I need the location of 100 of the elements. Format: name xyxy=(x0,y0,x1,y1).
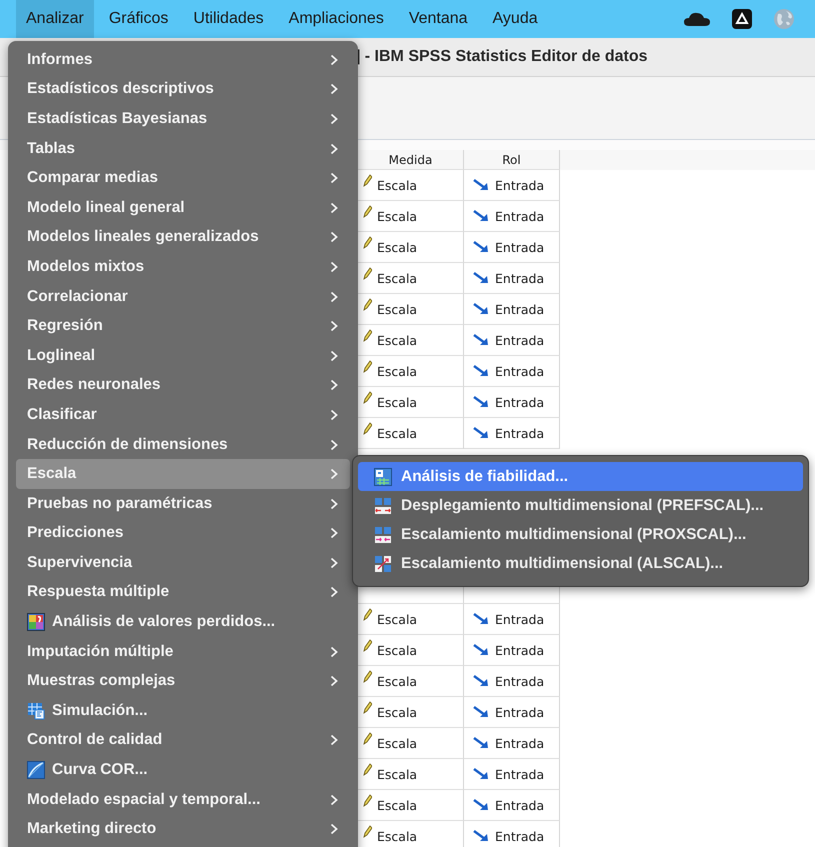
menu-bar-item[interactable]: Ventana xyxy=(398,0,478,38)
arrow-icon xyxy=(472,767,490,781)
globe-icon xyxy=(773,8,795,30)
pencil-icon xyxy=(362,329,372,343)
pencil-icon xyxy=(362,422,372,436)
chevron-icon xyxy=(330,527,338,540)
cell-text: Escala xyxy=(377,828,418,844)
pencil-icon xyxy=(362,174,372,188)
chevron-icon xyxy=(330,498,338,510)
cell-text: Escala xyxy=(377,364,418,378)
chevron-icon xyxy=(330,556,338,569)
arrow-icon xyxy=(472,612,490,626)
arrow-icon xyxy=(472,364,490,378)
menu-item[interactable]: Tablas xyxy=(16,134,350,164)
chevron-icon xyxy=(330,468,338,480)
chevron-icon xyxy=(330,260,338,273)
cell-text: Entrada xyxy=(495,736,544,750)
menu-item[interactable]: Modelo lineal general xyxy=(16,192,350,223)
menu-item[interactable]: Supervivencia xyxy=(16,548,350,578)
pencil-icon xyxy=(362,763,372,777)
menu-item[interactable]: Modelos mixtos xyxy=(16,252,350,282)
menu-bar-item[interactable]: Analizar xyxy=(16,0,94,38)
pencil-icon xyxy=(362,608,372,622)
menu-bar-item[interactable]: Utilidades xyxy=(183,0,274,38)
arrow-icon xyxy=(472,426,490,440)
menu-item[interactable]: Reducción de dimensiones xyxy=(16,430,350,460)
menu-item[interactable]: Estadísticos descriptivos xyxy=(16,74,350,104)
column-header: Rol xyxy=(464,150,560,170)
pencil-icon xyxy=(362,236,372,250)
menu-item[interactable]: Simulación... xyxy=(16,696,350,726)
cell-text: Escala xyxy=(377,302,418,316)
cell-text: Entrada xyxy=(495,642,544,658)
arrow-icon xyxy=(472,736,490,750)
cell-text: Escala xyxy=(377,674,418,688)
menu-item[interactable]: Informes xyxy=(16,45,350,75)
menu-item[interactable]: Imputación múltiple xyxy=(16,636,350,666)
arrow-icon xyxy=(472,705,490,719)
pencil-icon xyxy=(362,205,372,219)
cell-text: Escala xyxy=(377,798,418,812)
cell-text: Entrada xyxy=(495,302,544,316)
menu-item[interactable]: Escalamiento multidimensional (PROXSCAL)... xyxy=(358,520,803,549)
chevron-icon xyxy=(330,734,338,746)
menu-item[interactable]: Escala xyxy=(16,459,350,489)
cell-text: Entrada xyxy=(495,426,544,440)
arrow-icon xyxy=(472,240,490,254)
cell-text: Entrada xyxy=(495,704,544,720)
cell-text: Escala xyxy=(377,612,418,626)
menu-item[interactable]: Comparar medias xyxy=(16,163,350,193)
triangle-square-icon xyxy=(731,8,753,30)
pencil-icon xyxy=(362,670,372,684)
menu-bar-item[interactable]: Gráficos xyxy=(98,0,178,38)
app-icon xyxy=(27,613,45,632)
menu-item[interactable]: Desplegamiento multidimensional (PREFSCAL)... xyxy=(358,491,803,520)
menu-item[interactable]: Muestras complejas xyxy=(16,666,350,696)
menu-bar-item[interactable]: Ayuda xyxy=(482,0,548,38)
arrow-icon xyxy=(472,209,490,223)
menu-item[interactable]: Control de calidad xyxy=(16,726,350,756)
cell-text: Escala xyxy=(377,766,418,782)
menu-bar-item[interactable]: Ampliaciones xyxy=(278,0,394,38)
chevron-icon xyxy=(330,320,338,332)
menu-item[interactable]: Regresión xyxy=(16,311,350,341)
menu-item[interactable]: Correlacionar xyxy=(16,282,350,312)
menu-item[interactable]: Análisis de fiabilidad... xyxy=(358,462,803,491)
chevron-icon xyxy=(330,438,338,451)
menu-item[interactable]: Respuesta múltiple xyxy=(16,578,350,608)
menu-item[interactable]: Estadísticas Bayesianas xyxy=(16,104,350,134)
arrow-icon xyxy=(472,395,490,409)
chevron-icon xyxy=(330,112,338,125)
chevron-icon xyxy=(330,408,338,421)
arrow-icon xyxy=(472,271,490,285)
chevron-icon xyxy=(330,675,338,688)
arrow-icon xyxy=(472,333,490,347)
menu-item[interactable]: Clasificar xyxy=(16,400,350,430)
menu-item[interactable]: Modelado espacial y temporal... xyxy=(16,784,350,814)
cell-text: Entrada xyxy=(495,394,544,410)
menu-item[interactable]: Escalamiento multidimensional (ALSCAL)... xyxy=(358,549,803,578)
cell-text: Escala xyxy=(377,270,418,286)
pencil-icon xyxy=(362,701,372,715)
menu-item[interactable]: Curva COR... xyxy=(16,755,350,785)
arrow-icon xyxy=(472,829,490,843)
cell-text: Entrada xyxy=(495,240,544,254)
menu-item[interactable]: Marketing directo xyxy=(16,814,350,844)
pencil-icon xyxy=(362,360,372,374)
cell-text: Entrada xyxy=(495,798,544,812)
menu-item[interactable]: Loglineal xyxy=(16,340,350,371)
cell-text: Entrada xyxy=(495,332,544,348)
arrow-icon xyxy=(472,674,490,688)
chevron-icon xyxy=(330,290,338,303)
app-icon xyxy=(27,702,45,720)
menu-item[interactable]: Pruebas no paramétricas xyxy=(16,488,350,518)
menu-item[interactable]: Redes neuronales xyxy=(16,370,350,400)
arrow-icon xyxy=(472,643,490,657)
menu-item[interactable]: Modelos lineales generalizados xyxy=(16,222,350,252)
menu-item[interactable]: Análisis de valores perdidos... xyxy=(16,607,350,637)
menu-item[interactable]: Predicciones xyxy=(16,518,350,548)
app-icon xyxy=(374,468,392,486)
chevron-icon xyxy=(330,586,338,598)
app-icon xyxy=(374,554,392,572)
cell-text: Entrada xyxy=(495,828,544,844)
chevron-icon xyxy=(330,142,338,155)
